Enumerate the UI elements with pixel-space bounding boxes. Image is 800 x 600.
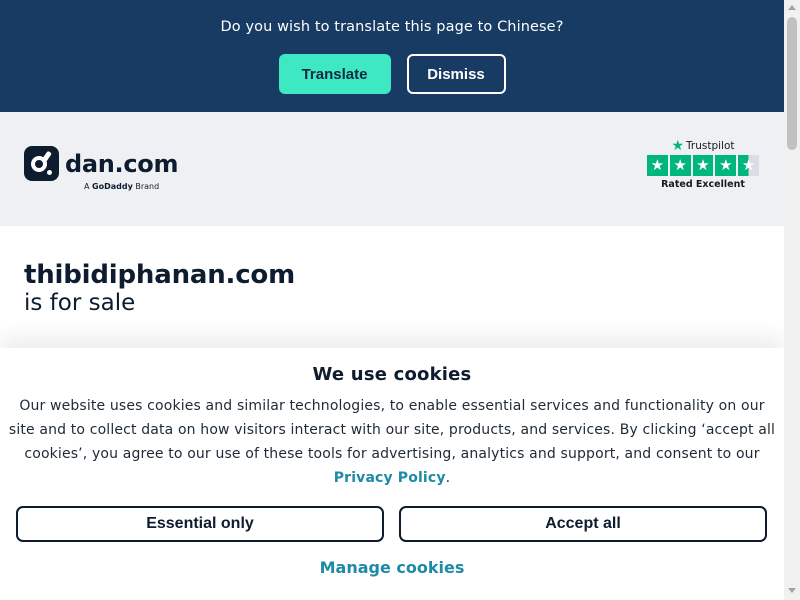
trustpilot-rating: Rated Excellent (661, 179, 745, 190)
star-icon: ★ (715, 155, 737, 176)
tagline-brand: GoDaddy (92, 182, 133, 191)
half-star-icon: ★ (738, 155, 759, 176)
translate-actions: Translate Dismiss (0, 54, 784, 94)
sale-status: is for sale (24, 290, 136, 316)
cookie-text: Our website uses cookies and similar tec… (7, 394, 777, 490)
trustpilot-widget[interactable]: ★ Trustpilot ★ ★ ★ ★ ★ Rated Excellent (646, 138, 760, 190)
trustpilot-label: Trustpilot (686, 140, 735, 152)
trustpilot-stars: ★ ★ ★ ★ ★ (646, 155, 760, 176)
tagline-suffix: Brand (135, 182, 160, 191)
privacy-policy-link[interactable]: Privacy Policy (334, 470, 446, 486)
star-icon: ★ (647, 155, 668, 176)
manage-cookies-link[interactable]: Manage cookies (0, 558, 784, 577)
domain-name: thibidiphanan.com (24, 260, 295, 290)
cookie-body-end: . (445, 470, 451, 486)
star-icon: ★ (671, 138, 685, 154)
translate-question: Do you wish to translate this page to Ch… (220, 19, 564, 35)
star-icon: ★ (692, 155, 714, 176)
tagline-prefix: A (84, 182, 90, 191)
essential-only-button[interactable]: Essential only (16, 506, 384, 542)
scrollbar-thumb[interactable] (787, 17, 797, 150)
dan-logo[interactable]: dan.com (24, 146, 179, 181)
site-header: dan.com A GoDaddy Brand ★ Trustpilot ★ ★… (0, 112, 784, 226)
cookie-body: Our website uses cookies and similar tec… (8, 398, 776, 462)
translate-button[interactable]: Translate (278, 54, 391, 94)
dan-logo-icon (24, 146, 59, 181)
accept-all-button[interactable]: Accept all (399, 506, 767, 542)
cookie-title: We use cookies (312, 364, 472, 385)
cookie-banner: We use cookies Our website uses cookies … (0, 348, 784, 600)
translate-bar: Do you wish to translate this page to Ch… (0, 0, 784, 112)
cookie-actions: Essential only Accept all (16, 506, 767, 542)
vertical-scrollbar[interactable] (784, 0, 800, 600)
main-content: thibidiphanan.com is for sale (0, 226, 784, 316)
scroll-down-arrow-icon[interactable] (788, 588, 796, 593)
logo-text: dan.com (65, 149, 179, 178)
star-icon: ★ (669, 155, 691, 176)
scroll-up-arrow-icon[interactable] (788, 5, 796, 10)
dismiss-button[interactable]: Dismiss (406, 54, 506, 94)
trustpilot-label-row: ★ Trustpilot (646, 138, 760, 154)
logo-tagline: A GoDaddy Brand (84, 182, 159, 191)
page: Do you wish to translate this page to Ch… (0, 0, 784, 600)
